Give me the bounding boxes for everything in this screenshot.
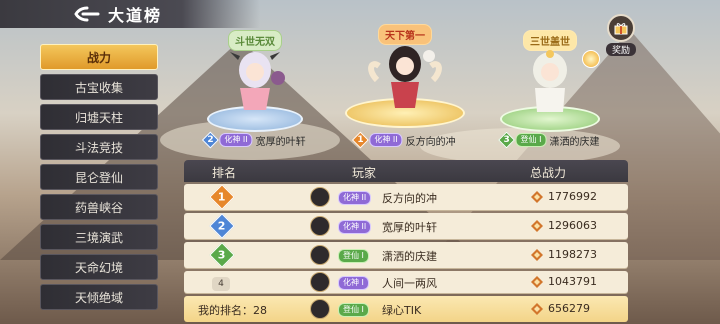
- power-value: 656279: [548, 302, 590, 315]
- rank-badge: 3: [209, 242, 235, 268]
- player-avatar: [310, 245, 330, 265]
- sidebar-item-valley[interactable]: 药兽峡谷: [40, 194, 158, 220]
- gift-icon: [607, 14, 635, 42]
- sidebar-item-pillar[interactable]: 归墟天柱: [40, 104, 158, 130]
- podium-second[interactable]: 斗世无双 2 化神 II 宽厚的叶轩: [201, 28, 306, 150]
- player-name: 潇洒的庆建: [382, 250, 437, 263]
- top-header: 大道榜: [0, 0, 260, 28]
- sidebar-item-martial[interactable]: 三境演武: [40, 224, 158, 250]
- player-name: 宽厚的叶轩: [382, 221, 437, 234]
- rank-badge: 3: [498, 131, 516, 149]
- table-row[interactable]: 3 登仙 I 潇洒的庆建 1198273: [184, 242, 628, 268]
- category-sidebar: 战力 古宝收集 归墟天柱 斗法竞技 昆仑登仙 药兽峡谷 三境演武 天命幻境 天倾…: [40, 44, 158, 314]
- power-value: 1043791: [548, 275, 597, 288]
- table-row[interactable]: 2 化神 II 宽厚的叶轩 1296063: [184, 213, 628, 239]
- player-name: 宽厚的叶轩: [255, 136, 306, 148]
- rank-badge: 1: [351, 131, 369, 149]
- podium-first[interactable]: 天下第一 1 化神 II 反方向的冲: [340, 18, 470, 150]
- player-avatar: [310, 187, 330, 207]
- player-name: 反方向的冲: [405, 136, 456, 148]
- ranking-table-header: 排名 玩家 总战力: [184, 160, 628, 182]
- my-rank-row: 我的排名：28 登仙 I 绿心TIK 656279: [184, 296, 628, 322]
- power-icon: [531, 220, 543, 232]
- podium-nameplate: 3 登仙 I 潇洒的庆建: [498, 131, 600, 149]
- reward-button[interactable]: 奖励: [606, 14, 636, 56]
- column-rank: 排名: [212, 166, 237, 180]
- realm-badge: 登仙 I: [338, 249, 369, 263]
- podium-nameplate: 2 化神 II 宽厚的叶轩: [201, 131, 306, 149]
- player-avatar: [310, 216, 330, 236]
- player-name: 绿心TIK: [382, 304, 422, 317]
- sidebar-item-treasure[interactable]: 古宝收集: [40, 74, 158, 100]
- back-arrow-icon: [74, 6, 100, 22]
- realm-badge: 化神 II: [369, 133, 403, 147]
- sidebar-item-power[interactable]: 战力: [40, 44, 158, 70]
- character-avatar: [368, 46, 442, 108]
- podium-third[interactable]: 三世盖世 3 登仙 I 潇洒的庆建: [495, 28, 605, 150]
- realm-badge: 登仙 I: [338, 303, 369, 317]
- column-player: 玩家: [352, 166, 377, 180]
- power-value: 1296063: [548, 219, 597, 232]
- power-value: 1776992: [548, 190, 597, 203]
- realm-badge: 化神 II: [338, 191, 372, 205]
- table-row[interactable]: 1 化神 II 反方向的冲 1776992: [184, 184, 628, 210]
- sidebar-item-illusion[interactable]: 天命幻境: [40, 254, 158, 280]
- player-avatar: [310, 272, 330, 292]
- character-avatar: [230, 52, 285, 110]
- player-name: 人间一两风: [382, 277, 437, 290]
- sidebar-item-domain[interactable]: 天倾绝域: [40, 284, 158, 310]
- page-title: 大道榜: [108, 6, 163, 25]
- rank-badge: 4: [212, 274, 232, 294]
- character-avatar: [533, 50, 567, 112]
- player-name: 潇洒的庆建: [549, 136, 600, 148]
- sidebar-item-arena[interactable]: 斗法竞技: [40, 134, 158, 160]
- realm-badge: 登仙 I: [515, 133, 547, 147]
- rank-badge: 2: [201, 131, 219, 149]
- rank-badge: 1: [209, 184, 235, 210]
- column-power: 总战力: [530, 166, 567, 180]
- realm-badge: 化神 II: [219, 133, 253, 147]
- player-name: 反方向的冲: [382, 192, 437, 205]
- rank-badge: 2: [209, 213, 235, 239]
- power-icon: [531, 303, 543, 315]
- power-icon: [531, 276, 543, 288]
- realm-badge: 化神 II: [338, 220, 372, 234]
- back-button[interactable]: [70, 3, 104, 25]
- power-icon: [531, 249, 543, 261]
- reward-label: 奖励: [606, 43, 636, 56]
- my-rank-label: 我的排名：28: [198, 304, 267, 317]
- podium-nameplate: 1 化神 II 反方向的冲: [351, 131, 456, 149]
- table-row[interactable]: 4 化神 I 人间一两风 1043791: [184, 271, 628, 293]
- sidebar-item-kunlun[interactable]: 昆仑登仙: [40, 164, 158, 190]
- realm-badge: 化神 I: [338, 276, 369, 290]
- power-icon: [531, 191, 543, 203]
- player-avatar: [310, 299, 330, 319]
- power-value: 1198273: [548, 248, 597, 261]
